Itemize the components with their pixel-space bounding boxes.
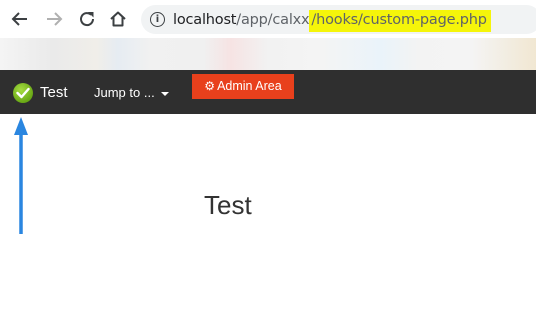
bookmarks-bar-blurred: [0, 38, 536, 70]
forward-arrow-icon: [47, 12, 63, 26]
back-arrow-icon: [11, 12, 27, 26]
home-icon: [110, 11, 126, 27]
reload-icon: [80, 12, 95, 27]
forward-button[interactable]: [42, 7, 66, 31]
page-title: Test: [204, 190, 252, 221]
url-text[interactable]: localhost/app/calxx/hooks/custom-page.ph…: [173, 10, 491, 32]
url-path: /app/calxx: [236, 12, 310, 28]
url-highlighted-path: /hooks/custom-page.php: [309, 10, 491, 32]
caret-down-icon: [160, 91, 169, 96]
gear-icon: ⚙: [204, 79, 216, 93]
jump-to-label: Jump to ...: [94, 85, 155, 100]
admin-area-button[interactable]: ⚙ Admin Area: [192, 74, 294, 99]
url-host: localhost: [173, 12, 237, 28]
brand-label[interactable]: Test: [40, 83, 68, 103]
checkmark-icon[interactable]: [13, 83, 33, 103]
reload-button[interactable]: [75, 7, 99, 31]
browser-toolbar: i localhost/app/calxx/hooks/custom-page.…: [0, 0, 536, 38]
admin-area-label: Admin Area: [217, 79, 282, 93]
jump-to-dropdown[interactable]: Jump to ...: [94, 84, 169, 102]
info-icon[interactable]: i: [150, 12, 165, 27]
address-bar[interactable]: i localhost/app/calxx/hooks/custom-page.…: [141, 5, 536, 34]
back-button[interactable]: [8, 7, 32, 31]
annotation-arrow-icon: [14, 117, 28, 234]
home-button[interactable]: [106, 7, 130, 31]
